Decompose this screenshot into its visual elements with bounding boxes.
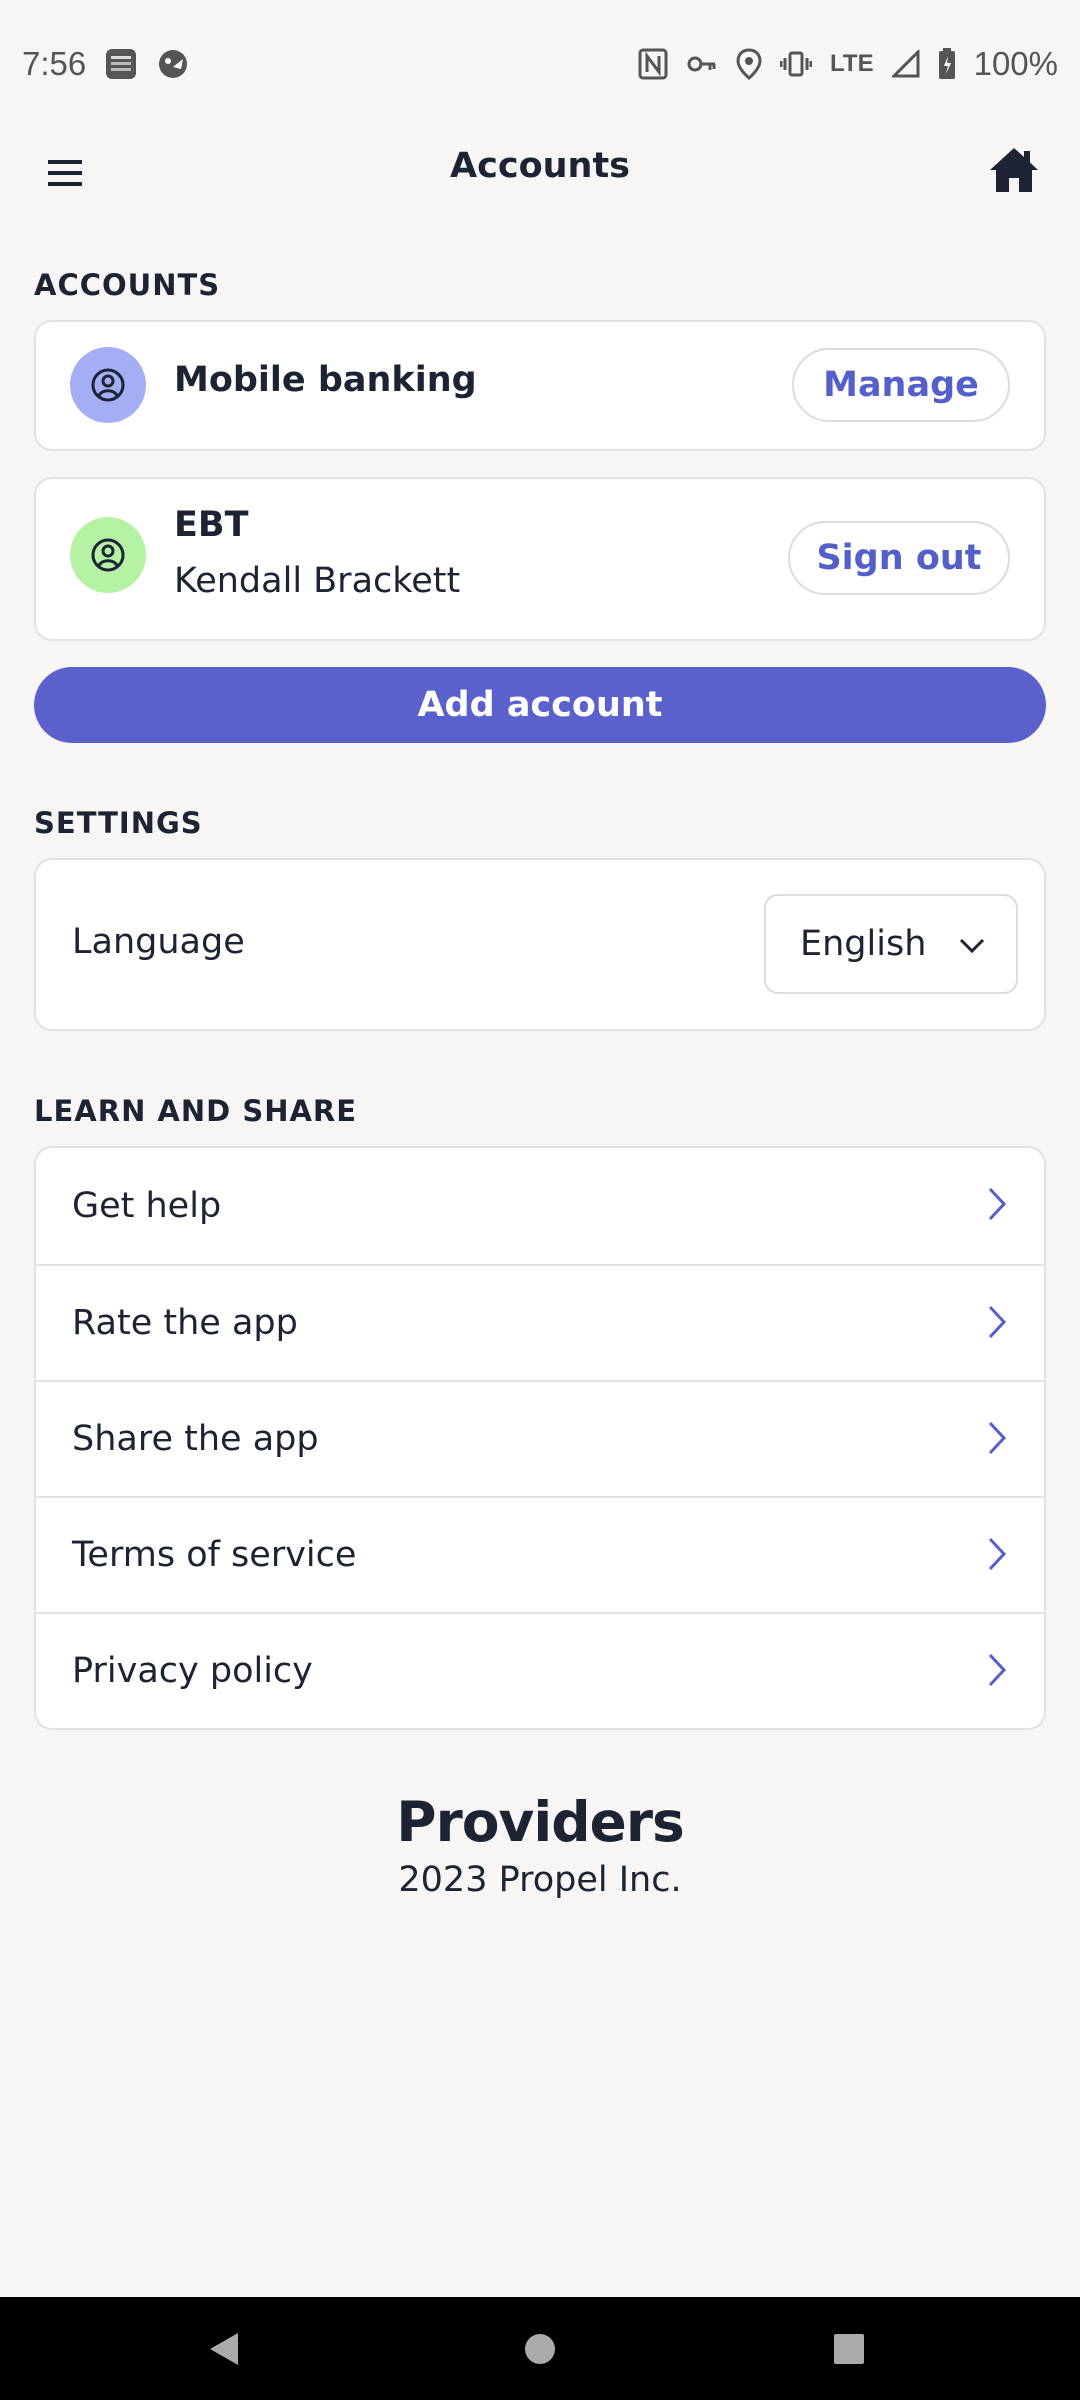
chevron-right-icon: [988, 1537, 1007, 1571]
game-notification-icon: [156, 47, 190, 81]
network-type: LTE: [830, 50, 874, 77]
home-nav-button[interactable]: [514, 2323, 566, 2375]
account-name: Mobile banking: [174, 360, 477, 400]
settings-card: Language English: [34, 858, 1046, 1031]
home-circle-icon: [525, 2334, 555, 2364]
learn-card: Get help Rate the app Share the app Term…: [34, 1146, 1046, 1730]
copyright-text: 2023 Propel Inc.: [398, 1860, 682, 1900]
list-item-label: Rate the app: [72, 1303, 298, 1343]
list-item-label: Get help: [72, 1186, 222, 1226]
vibrate-icon: [780, 50, 813, 78]
list-item-rate-app[interactable]: Rate the app: [36, 1264, 1044, 1380]
chevron-right-icon: [988, 1187, 1007, 1221]
user-icon: [91, 538, 125, 572]
chevron-right-icon: [988, 1421, 1007, 1455]
status-bar: 7:56 LTE 100%: [0, 0, 1080, 128]
avatar: [70, 347, 146, 423]
list-item-label: Privacy policy: [72, 1651, 313, 1691]
language-value: English: [800, 924, 927, 964]
status-bar-right: LTE 100%: [638, 45, 1058, 83]
list-item-label: Terms of service: [72, 1535, 357, 1575]
back-button[interactable]: [198, 2323, 250, 2375]
avatar: [70, 517, 146, 593]
home-button[interactable]: [986, 142, 1042, 198]
account-name: EBT: [174, 505, 249, 545]
recents-square-icon: [834, 2334, 864, 2364]
signal-icon: [891, 50, 920, 78]
location-icon: [736, 48, 762, 80]
vpn-key-icon: [686, 52, 718, 76]
chevron-right-icon: [988, 1653, 1007, 1687]
amazon-notification-icon: [104, 47, 138, 81]
list-item-share-app[interactable]: Share the app: [36, 1380, 1044, 1496]
brand-logo-text: Providers: [396, 1790, 684, 1854]
list-item-terms[interactable]: Terms of service: [36, 1496, 1044, 1612]
manage-button[interactable]: Manage: [792, 348, 1010, 422]
recents-button[interactable]: [823, 2323, 875, 2375]
battery-percent: 100%: [973, 45, 1058, 82]
chevron-right-icon: [988, 1305, 1007, 1339]
list-item-get-help[interactable]: Get help: [36, 1148, 1044, 1264]
list-item-label: Share the app: [72, 1419, 319, 1459]
account-card-ebt: EBT Kendall Brackett Sign out: [34, 477, 1046, 641]
page-title: Accounts: [449, 146, 631, 186]
nfc-icon: [638, 48, 668, 80]
status-time: 7:56: [22, 45, 87, 82]
accounts-section-label: ACCOUNTS: [34, 268, 221, 302]
home-icon: [990, 148, 1038, 192]
language-label: Language: [72, 922, 245, 962]
learn-section-label: LEARN AND SHARE: [34, 1094, 358, 1128]
app-bar: Accounts: [0, 128, 1080, 214]
language-select[interactable]: English: [764, 894, 1018, 994]
add-account-button[interactable]: Add account: [34, 667, 1046, 743]
list-item-privacy[interactable]: Privacy policy: [36, 1612, 1044, 1728]
sign-out-button[interactable]: Sign out: [788, 521, 1010, 595]
account-card-mobile-banking: Mobile banking Manage: [34, 320, 1046, 451]
chevron-down-icon: [959, 938, 985, 954]
account-holder-name: Kendall Brackett: [174, 561, 461, 601]
system-nav-bar: [0, 2297, 1080, 2400]
battery-icon: [938, 48, 956, 80]
user-icon: [91, 368, 125, 402]
settings-section-label: SETTINGS: [34, 806, 203, 840]
status-bar-left: 7:56: [22, 45, 190, 83]
back-triangle-icon: [210, 2333, 238, 2365]
